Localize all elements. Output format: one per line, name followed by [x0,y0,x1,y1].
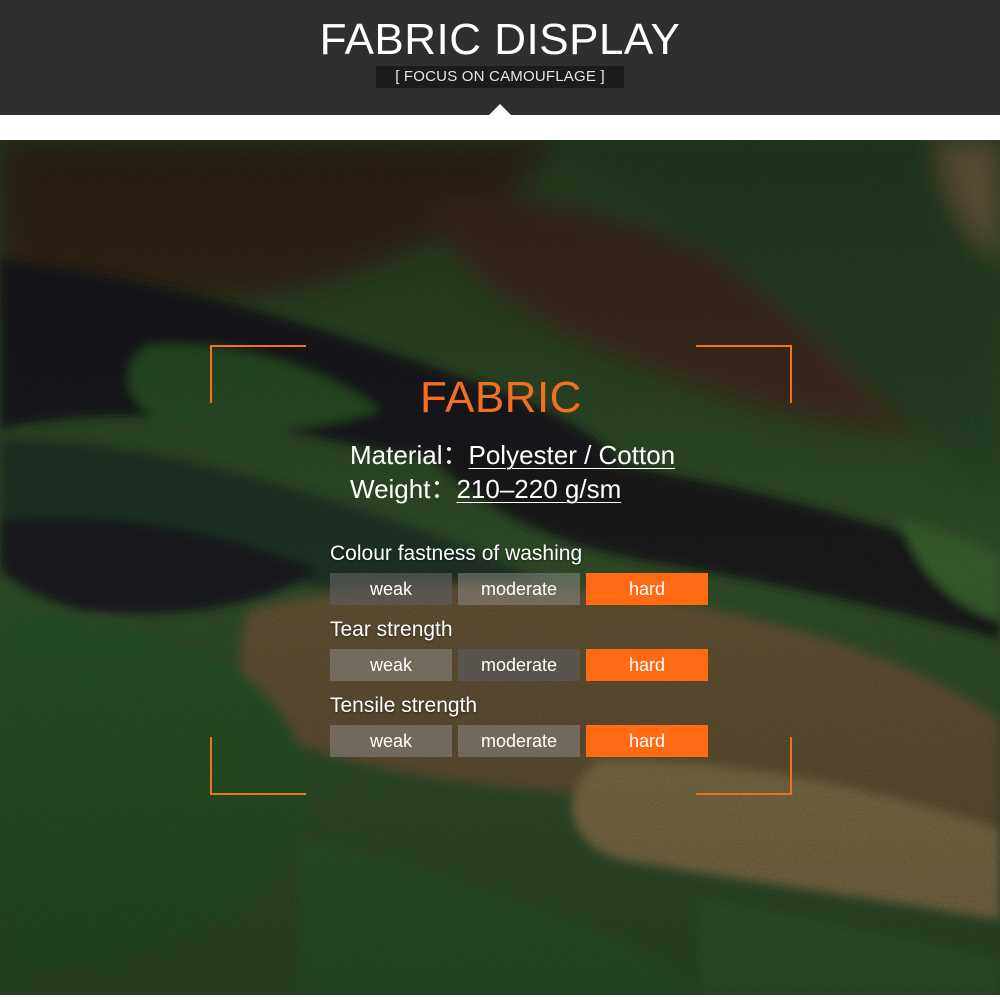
spec-weight-value: 210–220 g/sm [456,474,622,504]
rating-label-tensile-strength: Tensile strength [330,694,478,717]
spec-material-label: Material： [350,440,469,470]
spec-material-value: Polyester / Cotton [468,440,676,470]
frame-corner-bottom-left [210,737,306,795]
spec-material: Material：Polyester / Cotton [350,439,675,471]
page-header: FABRIC DISPLAY [ FOCUS ON CAMOUFLAGE ] [0,0,1000,115]
fabric-info-panel: FABRIC Material：Polyester / Cotton Weigh… [210,345,792,795]
rating-level-moderate: moderate [458,573,580,605]
rating-level-weak: weak [330,725,452,757]
page-subtitle: [ FOCUS ON CAMOUFLAGE ] [376,66,624,88]
rating-level-hard: hard [586,573,708,605]
rating-label-tear-strength: Tear strength [330,618,453,641]
frame-corner-bottom-right [696,737,792,795]
page-title: FABRIC DISPLAY [319,15,681,64]
rating-level-hard: hard [586,649,708,681]
fabric-heading: FABRIC [420,373,582,422]
rating-level-moderate: moderate [458,649,580,681]
rating-level-moderate: moderate [458,725,580,757]
spec-weight: Weight：210–220 g/sm [350,473,621,505]
rating-bar-tensile-strength: weak moderate hard [330,725,710,757]
rating-level-hard: hard [586,725,708,757]
rating-bar-colour-fastness: weak moderate hard [330,573,710,605]
rating-level-weak: weak [330,649,452,681]
spec-weight-label: Weight： [350,474,457,504]
rating-label-colour-fastness: Colour fastness of washing [330,542,583,565]
header-pointer [489,104,511,115]
rating-level-weak: weak [330,573,452,605]
rating-bar-tear-strength: weak moderate hard [330,649,710,681]
